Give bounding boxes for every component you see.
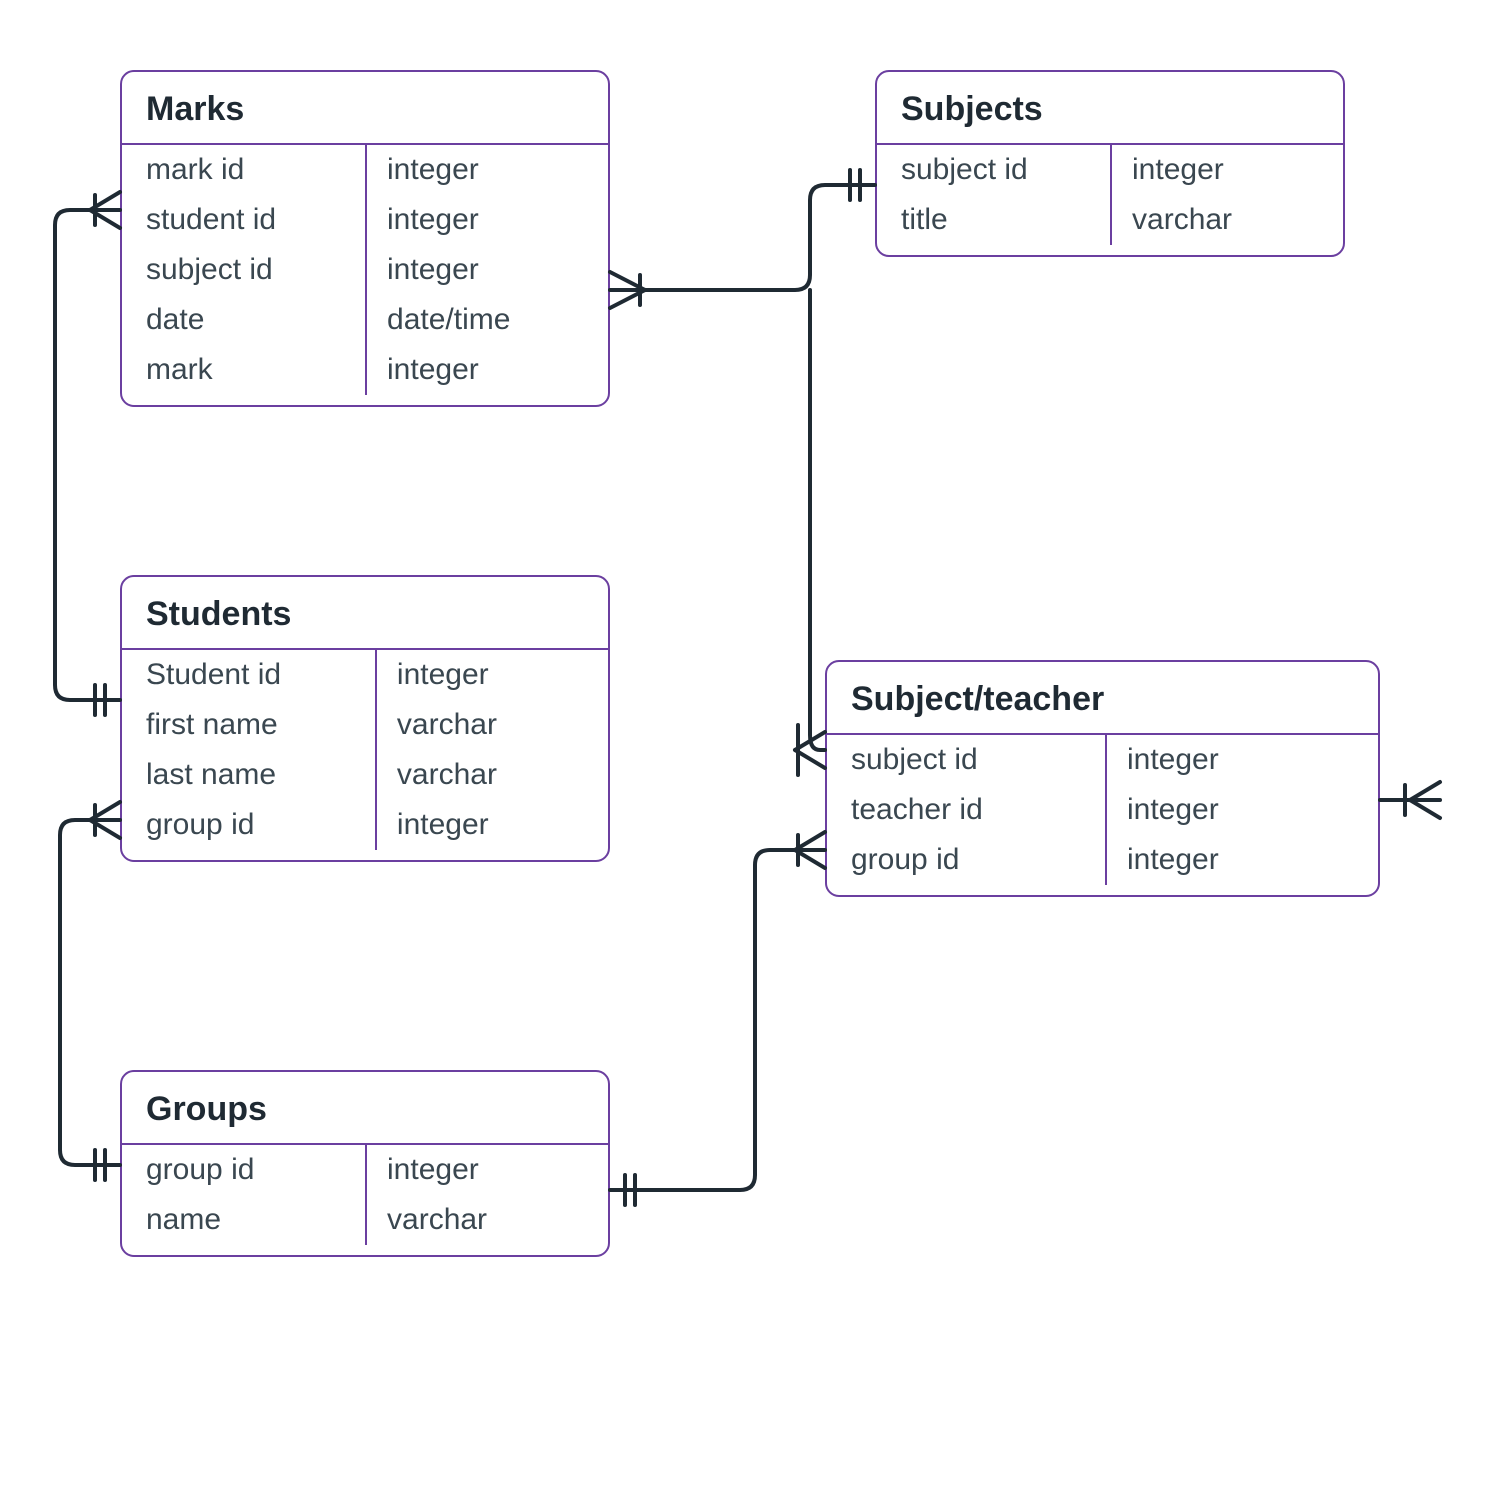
field-type: integer bbox=[365, 1145, 608, 1195]
table-row: first name varchar bbox=[122, 700, 608, 750]
entity-marks-title: Marks bbox=[122, 72, 608, 145]
field-type: integer bbox=[375, 650, 608, 700]
field-name: subject id bbox=[877, 145, 1110, 195]
field-type: integer bbox=[365, 145, 608, 195]
table-row: group id integer bbox=[827, 835, 1378, 895]
rel-students-marks bbox=[55, 192, 120, 715]
field-name: mark id bbox=[122, 145, 365, 195]
table-row: Student id integer bbox=[122, 650, 608, 700]
entity-subjects-title: Subjects bbox=[877, 72, 1343, 145]
field-name: title bbox=[877, 195, 1110, 245]
field-name: Student id bbox=[122, 650, 375, 700]
rel-groups-subjectteacher bbox=[610, 832, 825, 1205]
rel-groups-students bbox=[60, 802, 120, 1180]
table-row: mark integer bbox=[122, 345, 608, 405]
entity-groups: Groups group id integer name varchar bbox=[120, 1070, 610, 1257]
field-type: integer bbox=[1105, 835, 1378, 885]
field-type: varchar bbox=[375, 700, 608, 750]
table-row: mark id integer bbox=[122, 145, 608, 195]
field-name: group id bbox=[827, 835, 1105, 885]
field-type: integer bbox=[365, 195, 608, 245]
table-row: title varchar bbox=[877, 195, 1343, 255]
field-name: last name bbox=[122, 750, 375, 800]
entity-marks: Marks mark id integer student id integer… bbox=[120, 70, 610, 407]
field-name: subject id bbox=[827, 735, 1105, 785]
table-row: name varchar bbox=[122, 1195, 608, 1255]
table-row: subject id integer bbox=[877, 145, 1343, 195]
rel-subjects-subjectteacher bbox=[795, 290, 825, 775]
table-row: group id integer bbox=[122, 800, 608, 860]
field-name: teacher id bbox=[827, 785, 1105, 835]
field-name: student id bbox=[122, 195, 365, 245]
entity-groups-title: Groups bbox=[122, 1072, 608, 1145]
field-type: integer bbox=[365, 345, 608, 395]
field-type: varchar bbox=[375, 750, 608, 800]
field-type: integer bbox=[365, 245, 608, 295]
table-row: last name varchar bbox=[122, 750, 608, 800]
entity-subjects: Subjects subject id integer title varcha… bbox=[875, 70, 1345, 257]
entity-subject-teacher-title: Subject/teacher bbox=[827, 662, 1378, 735]
field-name: name bbox=[122, 1195, 365, 1245]
rel-subjects-marks bbox=[610, 170, 875, 308]
entity-subject-teacher: Subject/teacher subject id integer teach… bbox=[825, 660, 1380, 897]
field-name: first name bbox=[122, 700, 375, 750]
rel-subjectteacher-offright bbox=[1380, 782, 1440, 818]
table-row: date date/time bbox=[122, 295, 608, 345]
field-name: group id bbox=[122, 1145, 365, 1195]
field-name: mark bbox=[122, 345, 365, 395]
field-type: varchar bbox=[365, 1195, 608, 1245]
entity-students-title: Students bbox=[122, 577, 608, 650]
field-type: integer bbox=[1105, 735, 1378, 785]
field-type: integer bbox=[1105, 785, 1378, 835]
field-type: integer bbox=[1110, 145, 1343, 195]
field-type: date/time bbox=[365, 295, 608, 345]
table-row: subject id integer bbox=[827, 735, 1378, 785]
field-name: date bbox=[122, 295, 365, 345]
table-row: student id integer bbox=[122, 195, 608, 245]
field-name: group id bbox=[122, 800, 375, 850]
entity-students: Students Student id integer first name v… bbox=[120, 575, 610, 862]
field-name: subject id bbox=[122, 245, 365, 295]
field-type: integer bbox=[375, 800, 608, 850]
table-row: teacher id integer bbox=[827, 785, 1378, 835]
table-row: subject id integer bbox=[122, 245, 608, 295]
table-row: group id integer bbox=[122, 1145, 608, 1195]
field-type: varchar bbox=[1110, 195, 1343, 245]
